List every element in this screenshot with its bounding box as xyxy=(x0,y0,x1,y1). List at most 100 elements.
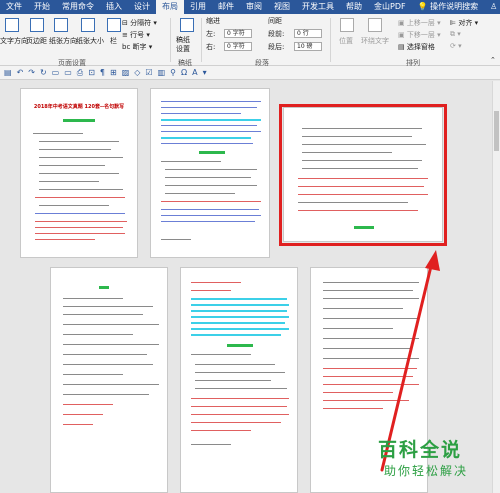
menu-mailings[interactable]: 邮件 xyxy=(212,0,240,14)
margins-button[interactable]: 页边距 xyxy=(26,36,47,46)
wrap-text-button[interactable]: 环绕文字 xyxy=(361,36,389,46)
line-numbers-label: 行号 xyxy=(130,31,145,39)
watermark: 百科全说 助你轻松解决 xyxy=(378,435,468,479)
quick-access-toolbar: ▤ ↶ ↷ ↻ ▭ ▭ ⎙ ⊡ ¶ ⊞ ▨ ◇ ☑ ▥ ⚲ Ω A ▾ xyxy=(0,66,500,80)
scrollbar-thumb[interactable] xyxy=(494,111,499,151)
menu-kingsoft-pdf[interactable]: 金山PDF xyxy=(368,0,412,14)
collapse-ribbon-icon[interactable]: ⌃ xyxy=(490,56,496,64)
line-numbers-button[interactable]: ≡ 行号 ▾ xyxy=(122,30,150,40)
selection-pane-icon: ▤ xyxy=(398,43,405,51)
tell-me-label: 操作说明搜索 xyxy=(430,2,479,11)
breaks-button[interactable]: ⊟ 分隔符 ▾ xyxy=(122,18,157,28)
menu-home[interactable]: 开始 xyxy=(28,0,56,14)
draft-settings-button[interactable]: 稿纸设置 xyxy=(176,36,196,54)
chart-icon[interactable]: ▥ xyxy=(158,68,166,77)
selection-pane-button[interactable]: ▤ 选择窗格 xyxy=(398,42,435,52)
menu-common-commands[interactable]: 常用命令 xyxy=(56,0,100,14)
orientation-icon[interactable] xyxy=(54,18,68,32)
customize-toolbar-icon[interactable]: ▾ xyxy=(203,68,207,77)
spacing-after-field[interactable]: 10 磅 xyxy=(294,42,322,51)
document-page[interactable]: 2018年中考语文真题 120套--名句默写 xyxy=(20,88,138,258)
margins-icon[interactable] xyxy=(30,18,44,32)
text-direction-icon[interactable] xyxy=(5,18,19,32)
hyphenation-button[interactable]: bc 断字 ▾ xyxy=(122,42,152,52)
menu-design[interactable]: 设计 xyxy=(128,0,156,14)
person-icon: ♙ xyxy=(490,2,498,11)
bring-forward-button[interactable]: ▣ 上移一层 ▾ xyxy=(398,18,441,28)
text-box-icon[interactable]: A xyxy=(192,68,197,77)
indent-left-field[interactable]: 0 字符 xyxy=(224,29,252,38)
align-button[interactable]: ⊫ 对齐 ▾ xyxy=(450,18,478,28)
orientation-button[interactable]: 纸张方向 xyxy=(49,36,77,46)
spacing-before-label: 段前: xyxy=(268,30,285,38)
size-icon[interactable] xyxy=(81,18,95,32)
vertical-scrollbar[interactable] xyxy=(492,81,500,493)
selection-pane-label: 选择窗格 xyxy=(406,43,435,51)
document-area[interactable]: 2018年中考语文真题 120套--名句默写 xyxy=(0,81,492,493)
image-icon[interactable]: ▨ xyxy=(122,68,130,77)
columns-icon[interactable] xyxy=(107,18,121,32)
breaks-icon: ⊟ xyxy=(122,19,128,27)
wrap-text-icon[interactable] xyxy=(368,18,382,32)
document-page[interactable] xyxy=(180,267,298,493)
print-icon[interactable]: ⎙ xyxy=(77,68,83,78)
undo-icon[interactable]: ↶ xyxy=(17,68,24,77)
lightbulb-icon: 💡 xyxy=(417,2,428,11)
send-backward-button[interactable]: ▣ 下移一层 ▾ xyxy=(398,30,441,40)
align-label: 对齐 xyxy=(458,19,473,27)
watermark-subtitle: 助你轻松解决 xyxy=(384,464,469,478)
spacing-label: 间距 xyxy=(268,17,282,25)
indent-right-field[interactable]: 0 字符 xyxy=(224,42,252,51)
new-doc-icon[interactable]: ▭ xyxy=(52,68,60,77)
hyphenation-icon: bc xyxy=(122,43,131,51)
indent-right-label: 右: xyxy=(206,43,216,51)
open-icon[interactable]: ▭ xyxy=(64,68,72,77)
spacing-after-label: 段后: xyxy=(268,43,285,51)
table-icon[interactable]: ⊞ xyxy=(110,68,117,77)
selection-highlight-frame xyxy=(279,104,447,246)
check-icon[interactable]: ☑ xyxy=(145,68,152,77)
link-icon[interactable]: ⚲ xyxy=(170,68,176,77)
green-bar xyxy=(199,151,225,154)
menu-review[interactable]: 审阅 xyxy=(240,0,268,14)
menu-layout[interactable]: 布局 xyxy=(156,0,184,14)
text-direction-button[interactable]: 文字方向 xyxy=(0,36,28,46)
send-backward-icon: ▣ xyxy=(398,31,405,39)
size-button[interactable]: 纸张大小 xyxy=(76,36,104,46)
format-icon[interactable]: ¶ xyxy=(100,68,105,77)
hyphenation-label: 断字 xyxy=(132,43,147,51)
send-backward-label: 下移一层 xyxy=(406,31,435,39)
ribbon-separator xyxy=(330,18,331,62)
share-button[interactable]: ♙ 共享 xyxy=(484,0,500,14)
menu-help[interactable]: 帮助 xyxy=(340,0,368,14)
redo-icon[interactable]: ↷ xyxy=(28,68,35,77)
rotate-button[interactable]: ⟳ ▾ xyxy=(450,42,462,50)
menu-insert[interactable]: 插入 xyxy=(100,0,128,14)
preview-icon[interactable]: ⊡ xyxy=(88,68,95,77)
indent-left-label: 左: xyxy=(206,30,216,38)
group-icon: ⧉ xyxy=(450,30,455,38)
menu-developer[interactable]: 开发工具 xyxy=(296,0,340,14)
refresh-icon[interactable]: ↻ xyxy=(40,68,47,77)
align-icon: ⊫ xyxy=(450,19,457,27)
position-icon[interactable] xyxy=(340,18,354,32)
bring-forward-icon: ▣ xyxy=(398,19,405,27)
symbol-icon[interactable]: Ω xyxy=(181,68,187,77)
tell-me-search[interactable]: 💡 操作说明搜索 xyxy=(412,0,485,14)
draft-settings-icon[interactable] xyxy=(180,18,194,32)
document-page[interactable] xyxy=(150,88,270,258)
menu-view[interactable]: 视图 xyxy=(268,0,296,14)
spacing-before-field[interactable]: 0 行 xyxy=(294,29,322,38)
position-button[interactable]: 位置 xyxy=(339,36,353,46)
line-numbers-icon: ≡ xyxy=(122,31,128,39)
ribbon-layout: 文字方向 页边距 纸张方向 纸张大小 栏 ⊟ 分隔符 ▾ ≡ 行号 ▾ bc 断… xyxy=(0,14,500,67)
menu-file[interactable]: 文件 xyxy=(0,0,28,14)
breaks-label: 分隔符 xyxy=(130,19,152,27)
save-icon[interactable]: ▤ xyxy=(4,68,12,77)
columns-button[interactable]: 栏 xyxy=(110,36,117,46)
group-button[interactable]: ⧉ ▾ xyxy=(450,30,461,39)
menu-references[interactable]: 引用 xyxy=(184,0,212,14)
watermark-title: 百科全说 xyxy=(378,439,463,461)
shapes-icon[interactable]: ◇ xyxy=(134,68,140,77)
document-page[interactable] xyxy=(50,267,168,493)
